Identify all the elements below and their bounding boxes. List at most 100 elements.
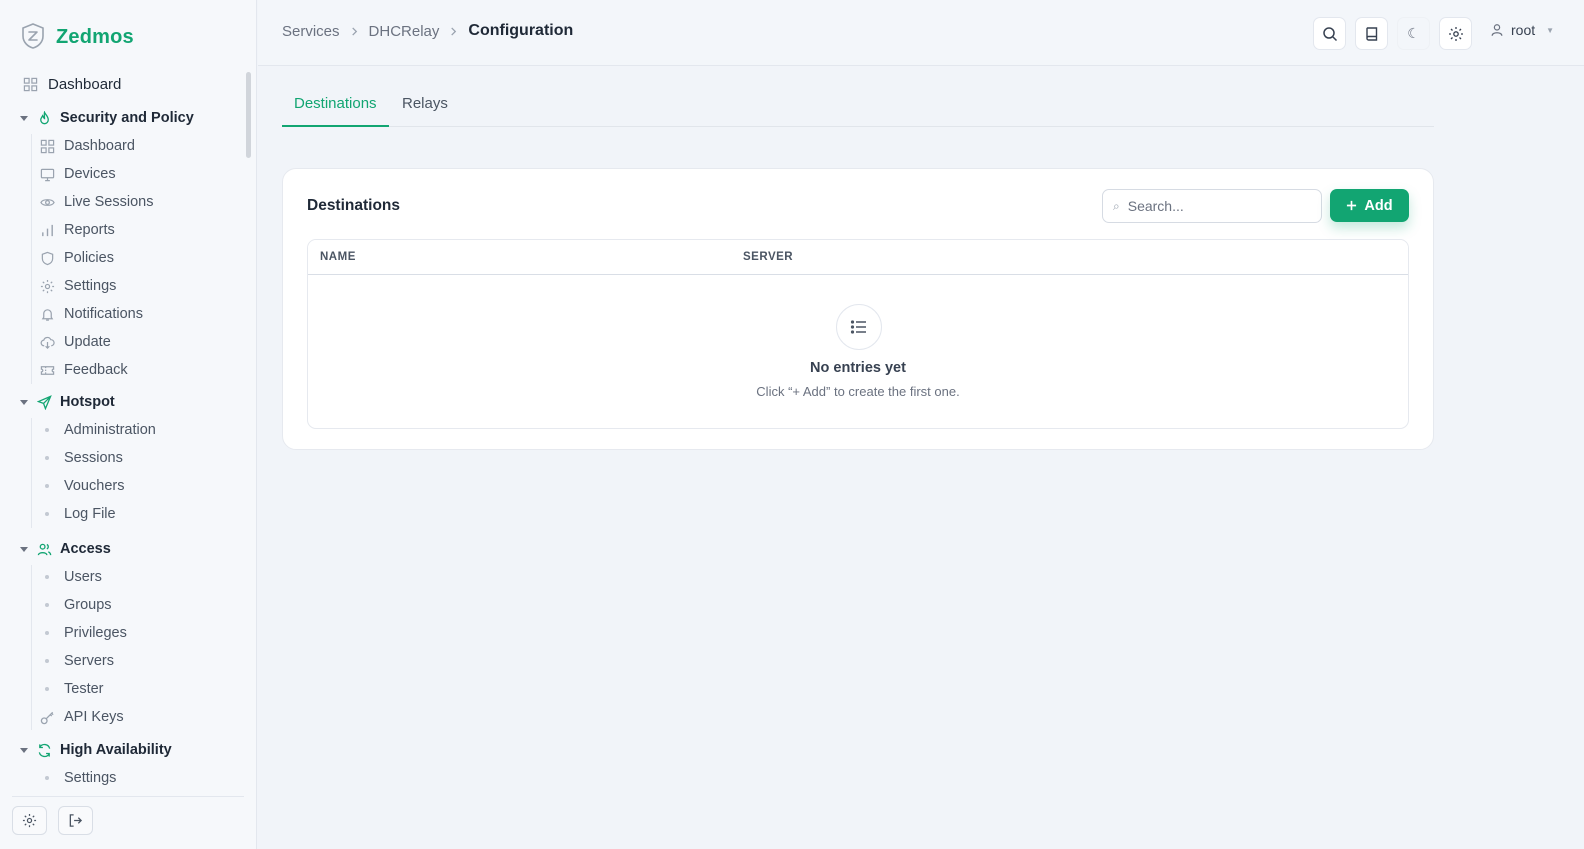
sidebar-item-label: Settings <box>64 770 117 786</box>
sidebar-item-log-file[interactable]: Log File <box>39 502 116 526</box>
send-icon <box>36 394 52 410</box>
add-button[interactable]: Add <box>1330 189 1409 222</box>
shield-icon <box>39 250 55 266</box>
sidebar: Zedmos Dashboard Security and Policy Das… <box>0 0 257 849</box>
search-icon: ⌕ <box>1113 198 1120 213</box>
sidebar-section-high-availability[interactable]: High Availability <box>20 738 172 762</box>
sidebar-item-vouchers[interactable]: Vouchers <box>39 474 124 498</box>
sidebar-item-label: Privileges <box>64 625 127 641</box>
sidebar-item-label: Administration <box>64 422 156 438</box>
bell-icon <box>39 306 55 322</box>
tab-destinations[interactable]: Destinations <box>282 92 389 127</box>
sidebar-item-label: Dashboard <box>48 75 122 93</box>
sidebar-item-sessions[interactable]: Sessions <box>39 446 123 470</box>
breadcrumb-current: Configuration <box>468 22 574 39</box>
sidebar-item-privileges[interactable]: Privileges <box>39 621 127 645</box>
sidebar-section-hotspot[interactable]: Hotspot <box>20 390 115 414</box>
logout-icon <box>68 813 83 828</box>
bullet-icon <box>39 512 55 516</box>
bullet-icon <box>39 428 55 432</box>
bullet-icon <box>39 575 55 579</box>
plus-icon <box>1346 200 1357 211</box>
chevron-right-icon <box>350 26 359 36</box>
sidebar-item-label: Log File <box>64 506 116 522</box>
sidebar-item-api-keys[interactable]: API Keys <box>39 705 124 729</box>
sidebar-item-label: Feedback <box>64 362 128 378</box>
key-icon <box>39 709 55 725</box>
sidebar-item-notifications[interactable]: Notifications <box>39 302 143 326</box>
flame-icon <box>36 110 52 126</box>
destinations-card: Destinations ⌕ Add NAME SERVER No entrie… <box>282 168 1434 450</box>
sidebar-item-policies[interactable]: Policies <box>39 246 114 270</box>
brand[interactable]: Zedmos <box>20 22 134 52</box>
sidebar-item-devices[interactable]: Devices <box>39 162 116 186</box>
users-icon <box>36 541 52 557</box>
sidebar-section-security-and-policy[interactable]: Security and Policy <box>20 106 194 130</box>
section-title: Security and Policy <box>60 110 194 126</box>
tree-guide <box>31 134 32 384</box>
sidebar-item-reports[interactable]: Reports <box>39 218 115 242</box>
docs-button[interactable] <box>1355 17 1388 50</box>
bullet-icon <box>39 484 55 488</box>
top-bar: Services DHCRelay Configuration ☾ root ▼ <box>258 0 1584 66</box>
ticket-icon <box>39 362 55 378</box>
sidebar-item-ha-settings[interactable]: Settings <box>39 766 116 786</box>
gear-icon <box>22 813 37 828</box>
sidebar-item-settings[interactable]: Settings <box>39 274 116 298</box>
caret-down-icon <box>20 746 28 754</box>
add-button-label: Add <box>1364 197 1393 214</box>
caret-down-icon <box>20 398 28 406</box>
sidebar-item-live-sessions[interactable]: Live Sessions <box>39 190 153 214</box>
sidebar-item-update[interactable]: Update <box>39 330 111 354</box>
tree-guide <box>31 565 32 730</box>
sidebar-footer <box>12 796 244 849</box>
column-header-name[interactable]: NAME <box>320 251 356 263</box>
settings-button[interactable] <box>1439 17 1472 50</box>
sidebar-item-users[interactable]: Users <box>39 565 102 589</box>
user-menu[interactable]: root ▼ <box>1490 22 1554 38</box>
sidebar-item-label: Update <box>64 334 111 350</box>
section-title: Access <box>60 541 111 557</box>
sidebar-item-sp-dashboard[interactable]: Dashboard <box>39 134 135 158</box>
zedmos-logo-icon <box>20 22 46 53</box>
sidebar-item-label: Servers <box>64 653 114 669</box>
user-icon <box>1490 23 1504 37</box>
chevron-right-icon <box>449 26 458 36</box>
breadcrumb-dhcrelay[interactable]: DHCRelay <box>369 23 440 40</box>
sidebar-item-label: Groups <box>64 597 112 613</box>
card-title: Destinations <box>307 197 401 214</box>
section-title: High Availability <box>60 742 172 758</box>
sidebar-item-groups[interactable]: Groups <box>39 593 112 617</box>
breadcrumb-services[interactable]: Services <box>282 23 340 40</box>
section-title: Hotspot <box>60 394 115 410</box>
destinations-table: NAME SERVER No entries yet Click “+ Add”… <box>307 239 1409 429</box>
sidebar-item-label: Users <box>64 569 102 585</box>
footer-settings-button[interactable] <box>12 806 47 835</box>
search-box[interactable]: ⌕ <box>1102 189 1322 223</box>
sidebar-item-label: API Keys <box>64 709 124 725</box>
moon-icon: ☾ <box>1407 25 1420 41</box>
sidebar-item-tester[interactable]: Tester <box>39 677 104 701</box>
sidebar-item-label: Policies <box>64 250 114 266</box>
bullet-icon <box>39 659 55 663</box>
column-header-server[interactable]: SERVER <box>743 251 793 263</box>
sidebar-section-access[interactable]: Access <box>20 537 111 561</box>
footer-logout-button[interactable] <box>58 806 93 835</box>
cloud-download-icon <box>39 334 55 350</box>
sidebar-item-administration[interactable]: Administration <box>39 418 156 442</box>
bar-chart-icon <box>39 222 55 238</box>
search-input[interactable] <box>1127 198 1298 214</box>
sidebar-item-feedback[interactable]: Feedback <box>39 358 128 382</box>
sidebar-item-label: Tester <box>64 681 104 697</box>
tab-relays[interactable]: Relays <box>390 92 460 127</box>
sidebar-item-servers[interactable]: Servers <box>39 649 114 673</box>
sidebar-item-dashboard[interactable]: Dashboard <box>22 72 121 96</box>
search-button[interactable] <box>1313 17 1346 50</box>
bullet-icon <box>39 776 55 780</box>
bullet-icon <box>39 687 55 691</box>
theme-toggle-button[interactable]: ☾ <box>1397 17 1430 50</box>
caret-down-icon <box>20 545 28 553</box>
gear-icon <box>39 278 55 294</box>
user-name: root <box>1511 22 1536 38</box>
caret-down-icon <box>20 114 28 122</box>
